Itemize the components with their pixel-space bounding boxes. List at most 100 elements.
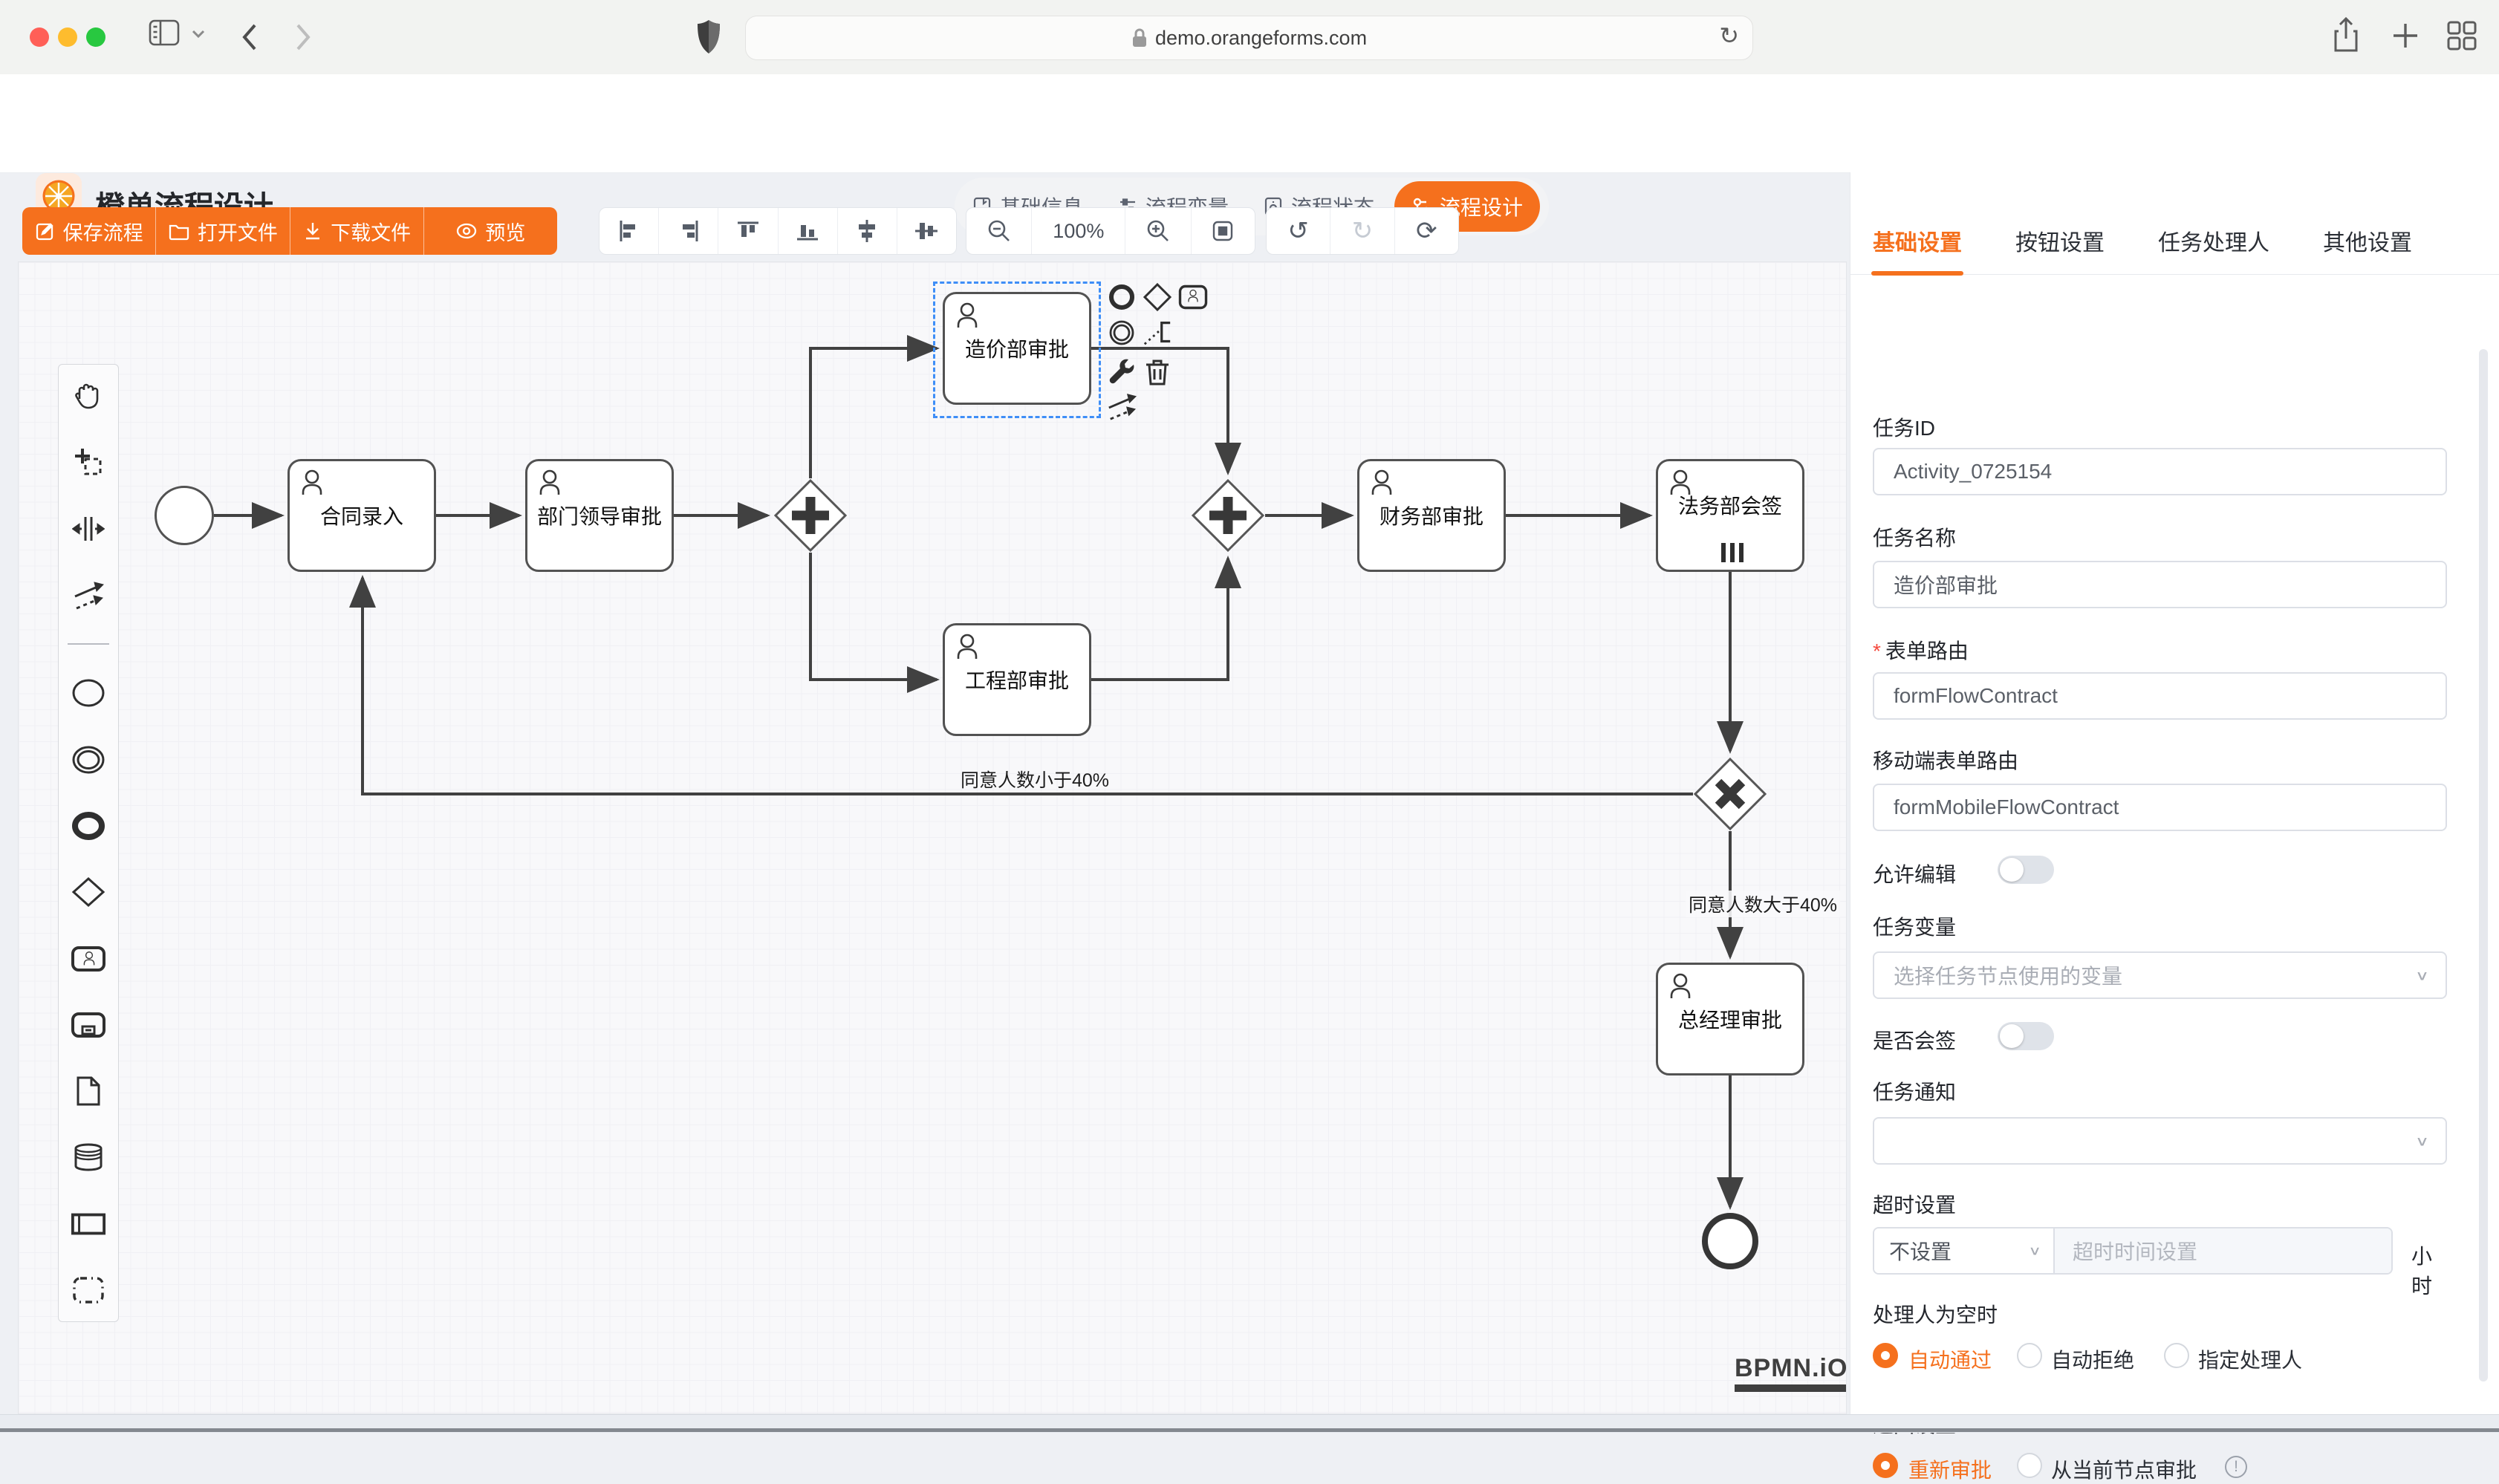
task-id-input[interactable]: Activity_0725154	[1873, 448, 2447, 495]
window-minimize-button[interactable]	[58, 27, 77, 47]
zoom-out-button[interactable]	[966, 208, 1031, 254]
mobile-form-route-input[interactable]: formMobileFlowContract	[1873, 784, 2447, 831]
window-zoom-button[interactable]	[86, 27, 105, 47]
participant-shape-icon[interactable]	[71, 1206, 106, 1242]
new-tab-icon[interactable]	[2391, 21, 2420, 51]
radio-re-approve-label[interactable]: 重新审批	[1908, 1454, 1992, 1484]
open-file-button[interactable]: 打开文件	[155, 207, 289, 255]
pad-append-gateway-icon[interactable]	[1142, 281, 1173, 313]
tab-overview-icon[interactable]	[2446, 19, 2478, 52]
pad-append-end-event-icon[interactable]	[1106, 281, 1137, 313]
panel-scrollbar[interactable]	[2479, 349, 2488, 1382]
radio-auto-approve[interactable]	[1873, 1343, 1898, 1368]
group-shape-icon[interactable]	[71, 1272, 106, 1308]
download-file-button[interactable]: 下载文件	[290, 207, 423, 255]
tab-basic-settings[interactable]: 基础设置	[1873, 224, 1962, 257]
task-notify-select[interactable]: ∨	[1873, 1117, 2447, 1165]
privacy-shield-icon[interactable]	[695, 18, 722, 56]
allow-edit-toggle[interactable]	[1998, 856, 2054, 884]
preview-button[interactable]: 预览	[423, 207, 557, 255]
end-event-shape-icon[interactable]	[71, 808, 106, 844]
reload-icon[interactable]: ↻	[1719, 22, 1739, 50]
align-left-button[interactable]	[599, 208, 658, 254]
task-variable-label: 任务变量	[1873, 911, 1956, 941]
start-event[interactable]	[155, 486, 214, 545]
task-dept-leader-approval[interactable]: 部门领导审批	[525, 459, 674, 572]
timeout-mode-select[interactable]: 不设置 ∨	[1874, 1228, 2055, 1273]
flow-label-reject[interactable]: 同意人数小于40%	[961, 766, 1109, 793]
address-bar[interactable]: demo.orangeforms.com ↻	[745, 16, 1753, 60]
pad-append-annotation-icon[interactable]	[1142, 317, 1173, 348]
align-middle-vertical-button[interactable]	[897, 208, 956, 254]
pad-delete-trash-icon[interactable]	[1142, 357, 1173, 388]
zoom-level[interactable]: 100%	[1031, 208, 1125, 254]
flow-label-approve[interactable]: 同意人数大于40%	[1686, 891, 1840, 917]
align-center-horizontal-button[interactable]	[837, 208, 897, 254]
sidebar-chevron-icon[interactable]	[190, 28, 207, 40]
task-cost-dept-approval[interactable]: 造价部审批	[943, 292, 1091, 405]
user-task-shape-icon[interactable]	[71, 941, 106, 977]
radio-assign-handler[interactable]	[2164, 1343, 2189, 1368]
reset-button[interactable]: ⟳	[1394, 208, 1458, 254]
tab-other-settings[interactable]: 其他设置	[2323, 224, 2412, 257]
eye-icon	[455, 221, 478, 241]
back-button[interactable]	[239, 21, 260, 53]
task-engineering-dept-approval[interactable]: 工程部审批	[943, 623, 1091, 736]
properties-panel: 基础设置 按钮设置 任务处理人 其他设置 任务ID Activity_07251…	[1850, 172, 2499, 1432]
radio-from-current-node-label[interactable]: 从当前节点审批	[2051, 1454, 2197, 1484]
pad-append-user-task-icon[interactable]	[1177, 281, 1209, 313]
task-name-input[interactable]: 造价部审批	[1873, 561, 2447, 608]
tab-button-settings[interactable]: 按钮设置	[2015, 224, 2105, 257]
countersign-toggle[interactable]	[1998, 1022, 2054, 1050]
info-icon[interactable]: !	[2225, 1456, 2247, 1478]
zoom-fit-button[interactable]	[1191, 208, 1255, 254]
save-flow-button[interactable]: 保存流程	[22, 207, 155, 255]
lasso-tool-icon[interactable]	[71, 444, 106, 480]
space-tool-icon[interactable]	[71, 511, 106, 547]
tab-task-assignee[interactable]: 任务处理人	[2158, 224, 2269, 257]
align-bottom-button[interactable]	[778, 208, 837, 254]
parallel-gateway-split[interactable]	[773, 478, 848, 553]
data-store-shape-icon[interactable]	[71, 1139, 106, 1175]
share-icon[interactable]	[2331, 16, 2361, 55]
connect-tool-icon[interactable]	[71, 577, 106, 613]
forward-button[interactable]	[293, 21, 313, 53]
window-close-button[interactable]	[30, 27, 49, 47]
exclusive-gateway[interactable]	[1693, 757, 1767, 831]
start-event-shape-icon[interactable]	[71, 675, 106, 711]
radio-auto-reject-label[interactable]: 自动拒绝	[2051, 1344, 2134, 1374]
bpmn-io-logo[interactable]: BPMN.iO	[1735, 1354, 1847, 1392]
gateway-shape-icon[interactable]	[71, 874, 106, 910]
radio-auto-reject[interactable]	[2017, 1343, 2042, 1368]
align-right-button[interactable]	[658, 208, 718, 254]
parallel-gateway-join[interactable]	[1191, 478, 1265, 553]
hand-tool-icon[interactable]	[71, 378, 106, 414]
radio-auto-approve-label[interactable]: 自动通过	[1908, 1344, 1992, 1374]
form-route-input[interactable]: formFlowContract	[1873, 672, 2447, 720]
radio-re-approve[interactable]	[1873, 1453, 1898, 1478]
undo-button[interactable]: ↺	[1267, 208, 1330, 254]
pad-connect-tool-icon[interactable]	[1106, 391, 1137, 422]
bpmn-canvas[interactable]: 合同录入 部门领导审批 造价部审批	[18, 261, 1847, 1414]
task-general-manager-approval[interactable]: 总经理审批	[1656, 963, 1804, 1075]
pad-change-type-wrench-icon[interactable]	[1106, 357, 1137, 388]
intermediate-event-shape-icon[interactable]	[71, 742, 106, 778]
data-object-shape-icon[interactable]	[71, 1073, 106, 1109]
timeout-value-input[interactable]: 超时时间设置	[2055, 1228, 2391, 1273]
radio-from-current-node[interactable]	[2017, 1453, 2042, 1478]
palette-divider	[68, 643, 109, 645]
subprocess-shape-icon[interactable]	[71, 1007, 106, 1043]
task-variable-select[interactable]: 选择任务节点使用的变量 ∨	[1873, 951, 2447, 999]
task-contract-entry[interactable]: 合同录入	[287, 459, 436, 572]
task-finance-dept-approval[interactable]: 财务部审批	[1357, 459, 1506, 572]
task-legal-dept-countersign[interactable]: 法务部会签	[1656, 459, 1804, 572]
sidebar-icon[interactable]	[147, 18, 181, 48]
zoom-in-button[interactable]	[1125, 208, 1190, 254]
align-top-button[interactable]	[718, 208, 777, 254]
radio-assign-handler-label[interactable]: 指定处理人	[2198, 1344, 2302, 1374]
redo-button[interactable]: ↻	[1330, 208, 1394, 254]
end-event[interactable]	[1702, 1213, 1758, 1269]
pad-append-intermediate-event-icon[interactable]	[1106, 317, 1137, 348]
shape-palette	[58, 364, 119, 1322]
timeout-row: 不设置 ∨ 超时时间设置	[1873, 1227, 2393, 1275]
